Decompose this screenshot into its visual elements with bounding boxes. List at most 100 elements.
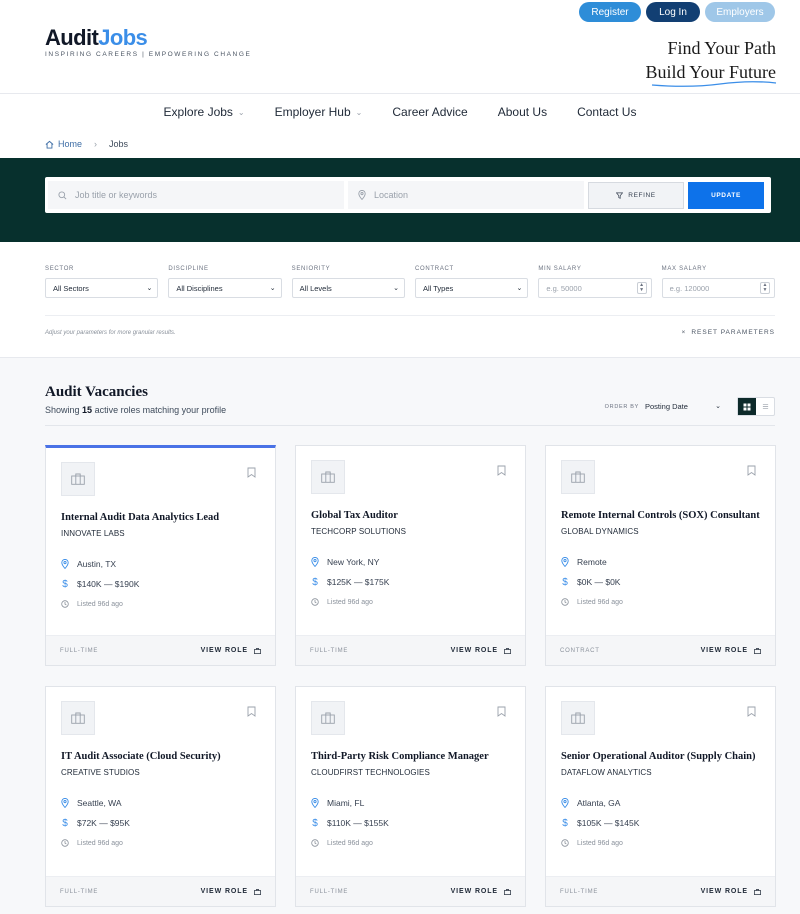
chevron-down-icon: ⌄ — [269, 285, 276, 292]
view-role-button[interactable]: VIEW ROLE — [201, 888, 261, 895]
view-role-button[interactable]: VIEW ROLE — [701, 647, 761, 654]
nav-career-advice[interactable]: Career Advice — [392, 105, 467, 119]
seniority-select[interactable]: All Levels ⌄ — [291, 278, 405, 298]
bookmark-button[interactable] — [497, 465, 506, 476]
breadcrumb-home[interactable]: Home — [45, 139, 82, 149]
company-logo — [61, 462, 95, 496]
job-title[interactable]: Internal Audit Data Analytics Lead — [61, 512, 219, 523]
nav-explore-jobs[interactable]: Explore Jobs ⌄ — [164, 105, 245, 119]
list-view-button[interactable] — [756, 398, 774, 415]
job-title[interactable]: Senior Operational Auditor (Supply Chain… — [561, 751, 756, 762]
main-nav: Explore Jobs ⌄ Employer Hub ⌄ Career Advic… — [0, 94, 800, 130]
job-posted: Listed 96d ago — [561, 592, 623, 612]
job-card[interactable]: Third-Party Risk Compliance Manager CLOU… — [295, 686, 526, 907]
view-role-button[interactable]: VIEW ROLE — [451, 647, 511, 654]
keyword-search-input[interactable]: Job title or keywords — [48, 181, 344, 209]
sector-select[interactable]: All Sectors ⌄ — [45, 278, 159, 298]
refine-button[interactable]: REFINE — [588, 181, 684, 209]
order-by: ORDER BY Posting Date ⌄ — [605, 402, 721, 411]
company-logo — [311, 460, 345, 494]
logo-text-main: Audit — [45, 25, 99, 50]
dollar-icon: $ — [62, 817, 68, 829]
location-text: Miami, FL — [327, 798, 365, 808]
bookmark-button[interactable] — [247, 467, 256, 478]
job-card[interactable]: Global Tax Auditor TECHCORP SOLUTIONS Ne… — [295, 445, 526, 666]
slogan-line-1: Find Your Path — [667, 38, 776, 58]
bookmark-button[interactable] — [747, 706, 756, 717]
filters-divider — [45, 315, 775, 316]
job-card[interactable]: Senior Operational Auditor (Supply Chain… — [545, 686, 776, 907]
job-salary: $ $140K — $190K — [61, 574, 139, 594]
salary-text: $140K — $190K — [77, 579, 140, 589]
bookmark-button[interactable] — [497, 706, 506, 717]
site-logo[interactable]: AuditJobs — [45, 25, 148, 50]
bookmark-button[interactable] — [247, 706, 256, 717]
update-button[interactable]: UPDATE — [688, 181, 764, 209]
briefcase-icon — [71, 712, 85, 724]
job-salary: $ $125K — $175K — [311, 572, 389, 592]
summary-suffix: active roles matching your profile — [94, 405, 227, 415]
briefcase-icon — [571, 471, 585, 483]
grid-view-button[interactable] — [738, 398, 756, 415]
filter-discipline: DISCIPLINE All Disciplines ⌄ — [168, 266, 282, 298]
job-card-footer: FULL-TIME VIEW ROLE — [296, 876, 525, 906]
job-title[interactable]: IT Audit Associate (Cloud Security) — [61, 751, 221, 762]
listed-text: Listed 96d ago — [327, 598, 373, 606]
select-value: All Levels — [299, 283, 332, 293]
home-icon — [45, 140, 54, 149]
bookmark-button[interactable] — [747, 465, 756, 476]
filter-label: SENIORITY — [291, 266, 331, 272]
results-count: 15 — [82, 405, 93, 415]
listed-text: Listed 96d ago — [577, 839, 623, 847]
filters-note: Adjust your parameters for more granular… — [45, 330, 176, 336]
register-button[interactable]: Register — [579, 2, 641, 22]
employers-button[interactable]: Employers — [705, 2, 775, 22]
company-name: CLOUDFIRST TECHNOLOGIES — [311, 768, 430, 777]
job-salary: $ $110K — $155K — [311, 813, 389, 833]
job-salary: $ $105K — $145K — [561, 813, 639, 833]
clock-icon — [561, 839, 569, 847]
nav-about-us[interactable]: About Us — [498, 105, 547, 119]
order-value: Posting Date — [645, 402, 688, 411]
view-role-button[interactable]: VIEW ROLE — [701, 888, 761, 895]
job-title[interactable]: Remote Internal Controls (SOX) Consultan… — [561, 510, 760, 521]
job-card[interactable]: Remote Internal Controls (SOX) Consultan… — [545, 445, 776, 666]
location-search-input[interactable]: Location — [348, 181, 584, 209]
view-role-button[interactable]: VIEW ROLE — [201, 647, 261, 654]
job-location: Remote — [561, 552, 623, 572]
view-role-button[interactable]: VIEW ROLE — [451, 888, 511, 895]
select-value: All Types — [422, 283, 454, 293]
job-title[interactable]: Global Tax Auditor — [311, 510, 398, 521]
filter-icon — [616, 192, 624, 199]
nav-label: Employer Hub — [274, 105, 351, 119]
dollar-icon: $ — [312, 817, 318, 829]
order-label: ORDER BY — [604, 403, 639, 410]
bookmark-icon — [497, 465, 506, 476]
reset-parameters-button[interactable]: × RESET PARAMETERS — [682, 329, 775, 336]
number-stepper-icon[interactable]: ▲ ▼ — [759, 282, 770, 294]
contract-select[interactable]: All Types ⌄ — [414, 278, 529, 298]
discipline-select[interactable]: All Disciplines ⌄ — [168, 278, 282, 298]
job-location: New York, NY — [311, 552, 389, 572]
view-role-label: VIEW ROLE — [450, 647, 498, 654]
keyword-placeholder: Job title or keywords — [75, 190, 158, 200]
job-card-footer: FULL-TIME VIEW ROLE — [46, 876, 275, 906]
min-salary-input[interactable]: e.g. 50000 ▲ ▼ — [538, 278, 652, 298]
job-card[interactable]: IT Audit Associate (Cloud Security) CREA… — [45, 686, 276, 907]
max-salary-input[interactable]: e.g. 120000 ▲ ▼ — [661, 278, 775, 298]
nav-employer-hub[interactable]: Employer Hub ⌄ — [275, 105, 363, 119]
employment-type: FULL-TIME — [560, 888, 599, 895]
job-title[interactable]: Third-Party Risk Compliance Manager — [311, 751, 489, 762]
nav-contact-us[interactable]: Contact Us — [577, 105, 636, 119]
filters-panel: SECTOR All Sectors ⌄ DISCIPLINE All Disci… — [0, 242, 800, 358]
number-stepper-icon[interactable]: ▲ ▼ — [636, 282, 647, 294]
filter-contract: CONTRACT All Types ⌄ — [414, 266, 529, 298]
filter-seniority: SENIORITY All Levels ⌄ — [291, 266, 405, 298]
order-select[interactable]: Posting Date ⌄ — [645, 402, 721, 411]
employment-type: FULL-TIME — [60, 888, 99, 895]
map-pin-icon — [61, 798, 69, 808]
employment-type: FULL-TIME — [310, 888, 349, 895]
job-card[interactable]: Internal Audit Data Analytics Lead INNOV… — [45, 445, 276, 666]
location-text: Austin, TX — [77, 559, 117, 569]
login-button[interactable]: Log In — [646, 2, 700, 22]
